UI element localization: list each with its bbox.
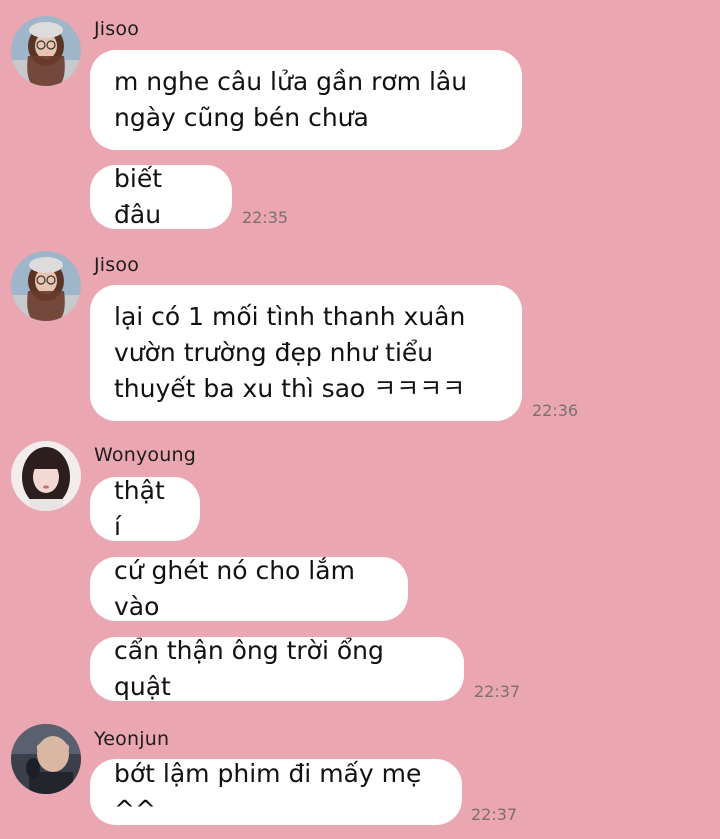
message-bubble[interactable]: thật í [90, 476, 200, 541]
avatar[interactable] [11, 251, 81, 321]
message-bubble[interactable]: biết đâu [90, 164, 232, 229]
avatar-photo-icon [11, 724, 81, 794]
avatar-photo-icon [11, 441, 81, 511]
message-timestamp: 22:35 [242, 208, 289, 227]
message-bubble[interactable]: cẩn thận ông trời ổng quật [90, 636, 464, 701]
sender-name: Wonyoung [94, 444, 196, 466]
sender-name: Yeonjun [94, 728, 170, 750]
message-bubble[interactable]: bớt lậm phim đi mấy mẹ ^^ [90, 759, 462, 825]
message-timestamp: 22:36 [532, 401, 579, 420]
avatar-photo-icon [11, 16, 81, 86]
message-bubble[interactable]: m nghe câu lửa gần rơm lâu ngày cũng bén… [90, 50, 522, 150]
avatar[interactable] [11, 16, 81, 86]
sender-name: Jisoo [94, 254, 140, 276]
sender-name: Jisoo [94, 18, 140, 40]
message-bubble[interactable]: cứ ghét nó cho lắm vào [90, 556, 408, 621]
avatar[interactable] [11, 441, 81, 511]
message-bubble[interactable]: lại có 1 mối tình thanh xuân vườn trường… [90, 285, 522, 421]
avatar[interactable] [11, 724, 81, 794]
message-timestamp: 22:37 [474, 682, 521, 701]
message-timestamp: 22:37 [471, 805, 518, 824]
avatar-photo-icon [11, 251, 81, 321]
